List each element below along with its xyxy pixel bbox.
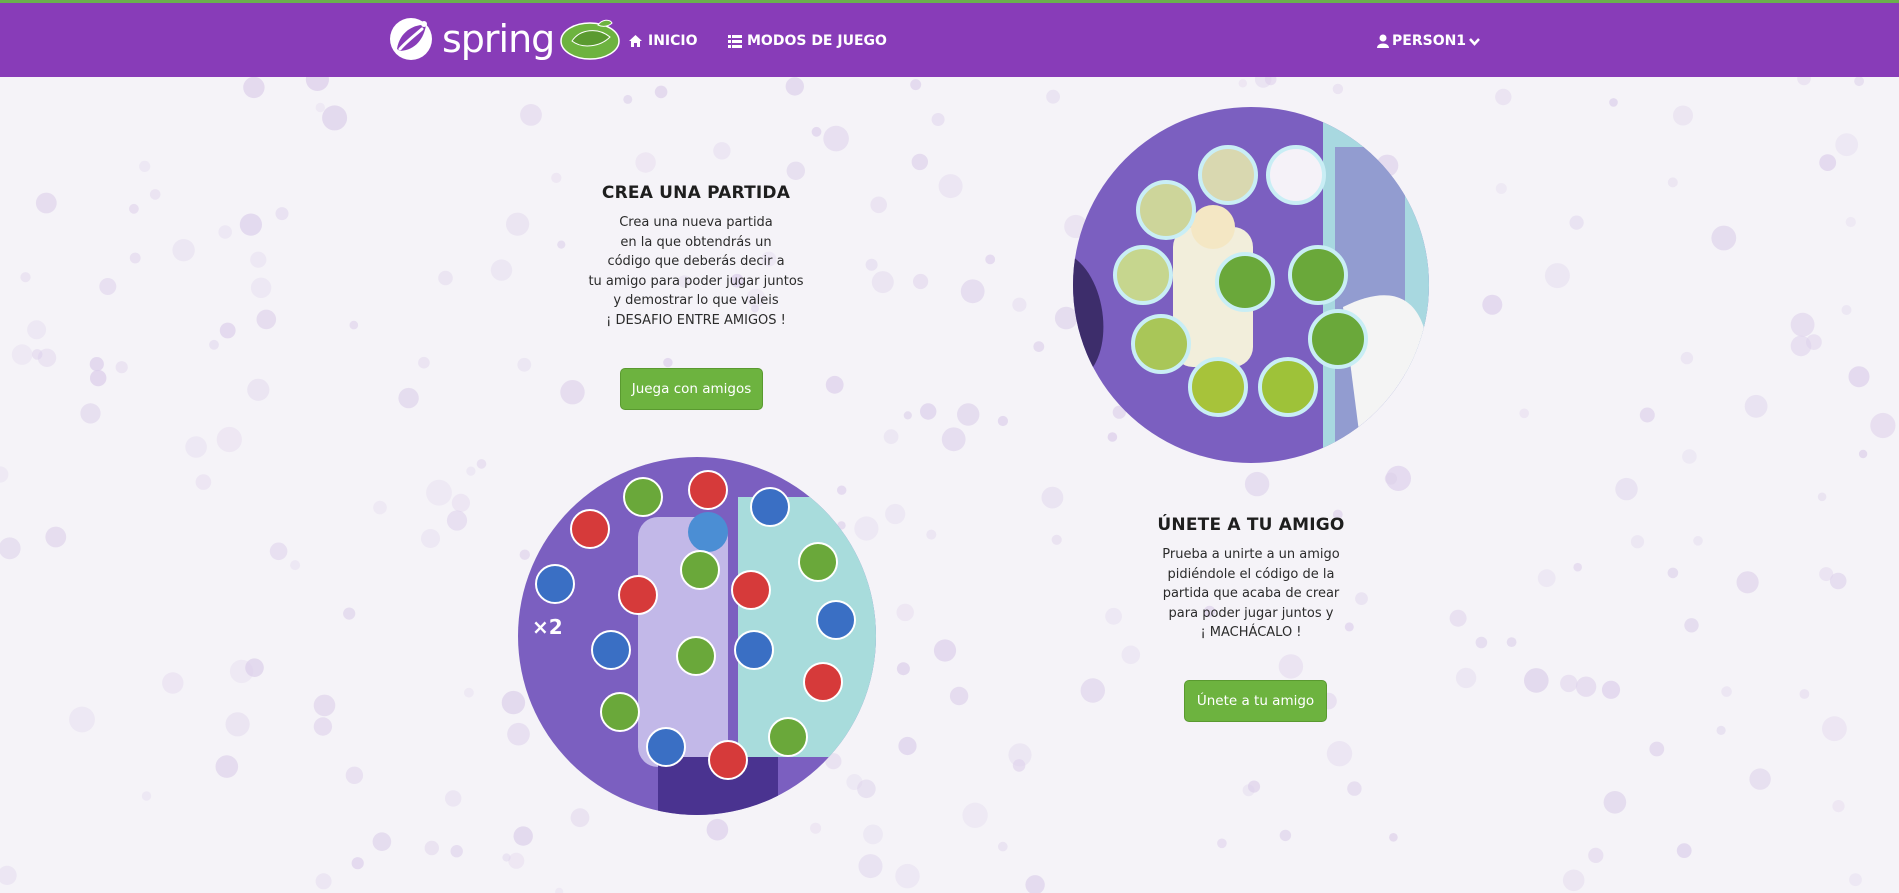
virus-token [676, 636, 716, 676]
petri-dish [1198, 145, 1258, 205]
virus-token [618, 575, 658, 615]
petri-dish [1188, 357, 1248, 417]
background-pattern [0, 0, 1899, 893]
join-friend-button[interactable]: Únete a tu amigo [1184, 680, 1327, 722]
desc-line: y demostrar lo que valeis [613, 293, 779, 308]
petri-dish [1258, 357, 1318, 417]
desc-line: para poder jugar juntos y [1168, 605, 1334, 621]
multiplier-label: ×2 [532, 615, 563, 639]
navbar: spring INICIO MODOS DE JUEGO PERSON1 [0, 0, 1899, 77]
join-game-title: ÚNETE A TU AMIGO [1157, 515, 1345, 535]
virus-token [535, 564, 575, 604]
virus-token [750, 487, 790, 527]
nav-inicio[interactable]: INICIO [628, 33, 698, 49]
brand-name: spring [442, 17, 555, 61]
nav-modos-label: MODOS DE JUEGO [747, 33, 887, 49]
virus-token [570, 509, 610, 549]
desc-line: en la que obtendrás un [620, 234, 772, 250]
user-name: PERSON1 [1392, 33, 1467, 49]
desc-line: tu amigo para poder jugar juntos [588, 273, 804, 289]
spring-leaf-icon [390, 18, 432, 60]
spring-logo[interactable]: spring [388, 14, 622, 64]
petri-dish [1288, 245, 1348, 305]
desc-line: ¡ DESAFIO ENTRE AMIGOS ! [606, 312, 786, 328]
virus-token [680, 550, 720, 590]
virus-token [600, 692, 640, 732]
create-game-title: CREA UNA PARTIDA [601, 183, 791, 203]
petri-dish [1136, 180, 1196, 240]
virus-token [734, 630, 774, 670]
join-game-description: Prueba a unirte a un amigo pidiéndole el… [1136, 545, 1366, 643]
virus-token [708, 740, 748, 780]
virus-token [768, 717, 808, 757]
petri-dish-illustration [1073, 107, 1429, 463]
home-icon [629, 35, 642, 47]
nav-inicio-label: INICIO [648, 33, 698, 49]
petri-dish [1266, 145, 1326, 205]
tomato-leaf-icon [560, 19, 621, 60]
desc-line: pidiéndole el código de la [1167, 566, 1335, 582]
virus-token [798, 542, 838, 582]
join-game-card: ÚNETE A TU AMIGO Prueba a unirte a un am… [1136, 515, 1366, 643]
virus-token [591, 630, 631, 670]
user-menu[interactable]: PERSON1 [1377, 33, 1480, 49]
petri-dish [1113, 245, 1173, 305]
virus-token [816, 600, 856, 640]
desc-line: Prueba a unirte a un amigo [1162, 547, 1340, 562]
user-icon [1377, 34, 1389, 48]
virus-token [731, 570, 771, 610]
lab-scientist-illustration: ×2 [518, 457, 876, 815]
petri-dish [1131, 314, 1191, 374]
petri-dish [1308, 309, 1368, 369]
create-game-card: CREA UNA PARTIDA Crea una nueva partida … [560, 183, 832, 330]
desc-line: Crea una nueva partida [619, 215, 773, 230]
virus-token [803, 662, 843, 702]
desc-line: ¡ MACHÁCALO ! [1200, 625, 1302, 640]
chevron-down-icon [1469, 37, 1480, 46]
create-game-description: Crea una nueva partida en la que obtendr… [560, 213, 832, 330]
petri-dish [1215, 252, 1275, 312]
play-with-friends-button[interactable]: Juega con amigos [620, 368, 763, 410]
virus-token [646, 727, 686, 767]
virus-token [688, 470, 728, 510]
desc-line: código que deberás decir a [607, 254, 785, 269]
virus-token [623, 477, 663, 517]
list-icon [728, 34, 742, 48]
nav-modos-de-juego[interactable]: MODOS DE JUEGO [728, 33, 887, 49]
desc-line: partida que acaba de crear [1162, 586, 1340, 601]
